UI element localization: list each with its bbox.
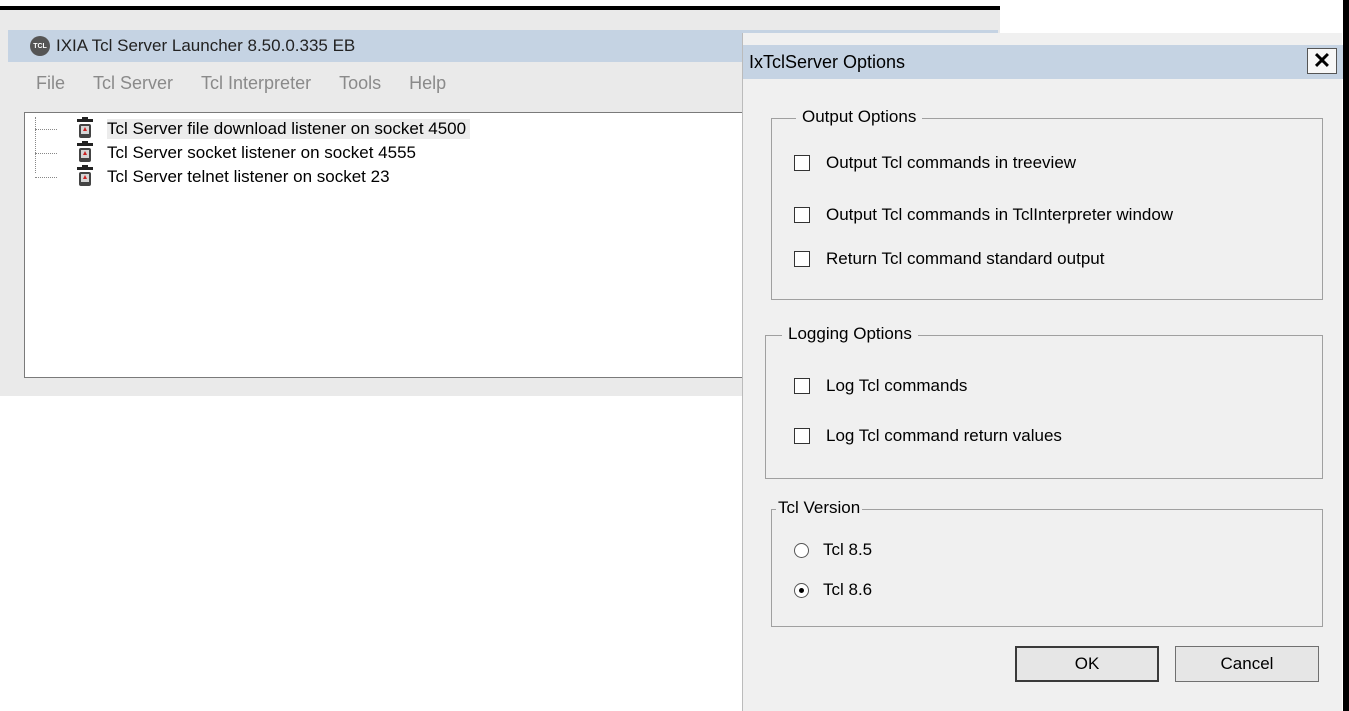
output-options-group: Output Options Output Tcl commands in tr…	[771, 107, 1323, 300]
dialog-title-bar[interactable]: IxTclServer Options ✕	[743, 45, 1343, 79]
logging-options-group: Logging Options Log Tcl commands Log Tcl…	[765, 324, 1323, 479]
tree-item-label: Tcl Server file download listener on soc…	[107, 119, 471, 139]
output-treeview-option[interactable]: Output Tcl commands in treeview	[794, 153, 1076, 173]
menu-file[interactable]: File	[36, 73, 65, 94]
tcl-85-option[interactable]: Tcl 8.5	[794, 540, 872, 560]
tcl-app-icon: TCL	[30, 36, 50, 56]
menu-tcl-server[interactable]: Tcl Server	[93, 73, 173, 94]
tcl-version-group: Tcl Version Tcl 8.5 Tcl 8.6	[771, 498, 1323, 627]
output-interpreter-checkbox[interactable]	[794, 207, 810, 223]
log-commands-option[interactable]: Log Tcl commands	[794, 376, 967, 396]
option-label: Output Tcl commands in treeview	[826, 153, 1077, 172]
menu-bar: File Tcl Server Tcl Interpreter Tools He…	[8, 68, 446, 98]
output-treeview-checkbox[interactable]	[794, 155, 810, 171]
menu-tcl-interpreter[interactable]: Tcl Interpreter	[201, 73, 311, 94]
option-label: Tcl 8.5	[823, 540, 873, 559]
menu-help[interactable]: Help	[409, 73, 446, 94]
dialog-title: IxTclServer Options	[749, 51, 906, 72]
tcl-86-option[interactable]: Tcl 8.6	[794, 580, 872, 600]
close-button[interactable]: ✕	[1307, 48, 1337, 74]
tree-item-label: Tcl Server socket listener on socket 455…	[107, 143, 416, 162]
option-label: Output Tcl commands in TclInterpreter wi…	[826, 205, 1174, 224]
options-dialog: IxTclServer Options ✕ Output Options Out…	[742, 33, 1343, 711]
cancel-button[interactable]: Cancel	[1175, 646, 1319, 682]
log-return-values-option[interactable]: Log Tcl command return values	[794, 426, 1062, 446]
menu-tools[interactable]: Tools	[339, 73, 381, 94]
option-label: Log Tcl command return values	[826, 426, 1062, 445]
server-plug-icon	[77, 141, 93, 162]
tree-item-socket-listener[interactable]: Tcl Server socket listener on socket 455…	[25, 141, 565, 165]
option-label: Log Tcl commands	[826, 376, 968, 395]
tree-connector	[35, 177, 57, 178]
tcl-version-legend: Tcl Version	[776, 498, 863, 518]
return-stdout-checkbox[interactable]	[794, 251, 810, 267]
log-commands-checkbox[interactable]	[794, 378, 810, 394]
option-label: Tcl 8.6	[823, 580, 873, 599]
server-plug-icon	[77, 165, 93, 186]
server-plug-icon	[77, 117, 93, 138]
option-label: Return Tcl command standard output	[826, 249, 1105, 268]
return-stdout-option[interactable]: Return Tcl command standard output	[794, 249, 1104, 269]
tree-item-label: Tcl Server telnet listener on socket 23	[107, 167, 390, 186]
ok-button[interactable]: OK	[1015, 646, 1159, 682]
output-options-legend: Output Options	[796, 107, 923, 127]
tree-connector	[35, 153, 57, 154]
log-return-values-checkbox[interactable]	[794, 428, 810, 444]
logging-options-legend: Logging Options	[782, 324, 918, 344]
tree-item-telnet-listener[interactable]: Tcl Server telnet listener on socket 23	[25, 165, 565, 189]
tcl-86-radio[interactable]	[794, 582, 809, 598]
window-edge	[1343, 0, 1349, 711]
tcl-85-radio[interactable]	[794, 542, 809, 558]
tree-connector	[35, 129, 57, 130]
output-interpreter-option[interactable]: Output Tcl commands in TclInterpreter wi…	[794, 205, 1173, 225]
main-window-title: IXIA Tcl Server Launcher 8.50.0.335 EB	[56, 36, 356, 55]
tree-item-download-listener[interactable]: Tcl Server file download listener on soc…	[25, 117, 565, 141]
close-icon: ✕	[1312, 48, 1332, 73]
